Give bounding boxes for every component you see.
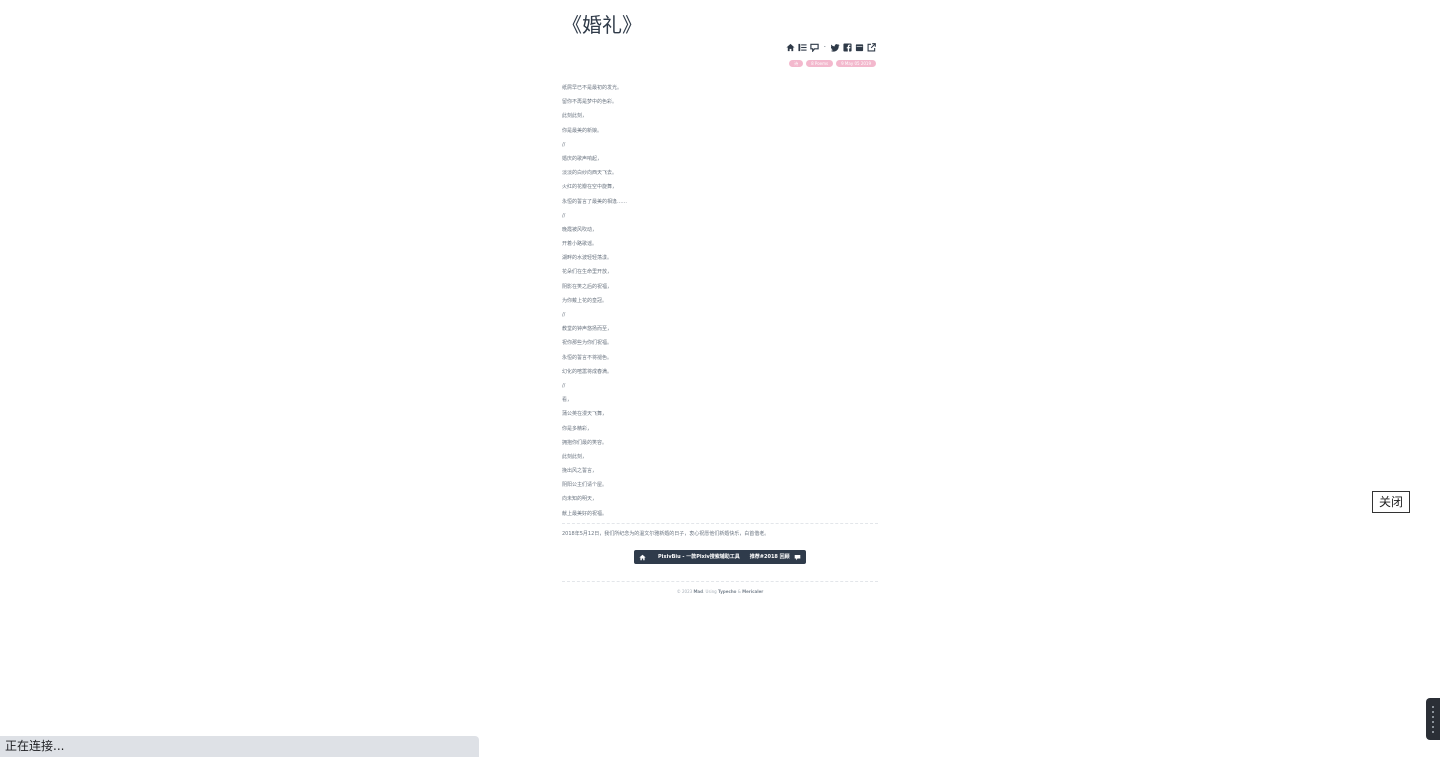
poem-line: 留你不再是梦中的色彩。 — [562, 99, 618, 106]
tag-collection[interactable]: 8 Poems — [806, 60, 834, 67]
poem-line: // — [562, 382, 566, 389]
poem-line: // — [562, 312, 566, 318]
poem-line: // — [562, 212, 566, 219]
facebook-icon[interactable] — [843, 43, 852, 52]
poem-line: 花朵们在生命里开放， — [562, 269, 613, 276]
poem-line: 向未知的明天， — [562, 496, 598, 503]
poem-line: 教堂的钟声悠扬而至， — [562, 326, 613, 333]
poem-line: 此刻此刻， — [562, 453, 588, 460]
poem-line: 祝你那些为你们祝福。 — [562, 340, 613, 347]
poem-line: 你是最美的新娘。 — [562, 127, 603, 134]
footer-using-text: . Using — [702, 589, 717, 594]
poem-line: 纸屑早已不是最初的发光。 — [562, 85, 623, 91]
poem-line: 湖畔的水波轻轻荡漾。 — [562, 255, 613, 262]
footer-amp: & — [737, 589, 741, 594]
promo-link-pixivbiu[interactable]: PixivBiu - 一款Pixiv搜索辅助工具 — [658, 550, 740, 564]
home-icon[interactable] — [639, 554, 646, 561]
footer-typecho-link[interactable]: Typecho — [718, 589, 736, 594]
comment-icon[interactable] — [810, 43, 819, 52]
poem-line: 火红的花瓣在空中旋舞， — [562, 184, 618, 191]
poem-line: // — [562, 141, 566, 148]
calendar-icon[interactable] — [855, 43, 864, 52]
tag-category[interactable]: 诗 — [789, 60, 804, 67]
promo-bar: PixivBiu - 一款Pixiv搜索辅助工具 推荐#2018 回顾 — [634, 550, 806, 564]
poem-body: 纸屑早已不是最初的发光。 留你不再是梦中的色彩。 此刻此刻， 你是最美的新娘。 // 婚庆… — [562, 81, 878, 521]
poem-line: 此刻此刻， — [562, 113, 588, 120]
poem-line: 晚霞被风吹动， — [562, 226, 598, 233]
close-button[interactable]: 关闭 — [1372, 491, 1410, 513]
poem-line: 婚庆的歌声响起， — [562, 155, 603, 162]
poem-line: 永恒的誓言了最美的相逢…… — [562, 198, 628, 205]
poem-line: 献上最美好的祝福。 — [562, 510, 608, 517]
home-icon[interactable] — [786, 43, 795, 52]
footer-divider — [562, 581, 878, 582]
twitter-icon[interactable] — [831, 43, 840, 52]
footer-author-link[interactable]: Mad — [693, 589, 703, 594]
poem-line: 你是多精彩， — [562, 425, 593, 432]
external-link-icon[interactable] — [867, 43, 876, 52]
list-icon[interactable] — [798, 43, 807, 52]
footer-theme-link[interactable]: Mericaler — [742, 589, 763, 594]
article-toolbar: · — [786, 43, 876, 52]
poem-line: 为你戴上花的皇冠。 — [562, 297, 608, 304]
poem-line: 阴影在笑之后的祝福， — [562, 283, 613, 290]
tag-date[interactable]: 9 May 05 2019 — [836, 60, 876, 67]
poem-line: 淡淡的白纱向西天飞去。 — [562, 170, 618, 177]
footer-copyright: © 2023 — [676, 589, 693, 594]
poem-line: 阴阳公主们请个屋。 — [562, 482, 608, 489]
poem-line: 拥抱你们最的笑容。 — [562, 439, 608, 446]
toolbar-separator: · — [823, 43, 826, 51]
site-footer: © 2023 Mad. Using Typecho & Mericaler — [562, 589, 878, 595]
article-title: 《婚礼》 — [562, 13, 642, 37]
poem-line: 蒲公英在漫天飞舞， — [562, 411, 608, 418]
side-widget-handle[interactable] — [1426, 698, 1440, 740]
poem-line: 幻化的喧嚣将成春满。 — [562, 368, 613, 375]
poem-line: 看， — [562, 397, 573, 404]
poem-line: 开着小路歌谣。 — [562, 241, 598, 248]
promo-link-recommend[interactable]: 推荐#2018 回顾 — [750, 550, 790, 564]
comment-icon[interactable] — [794, 554, 801, 561]
poem-line: 挽出风之誓言， — [562, 468, 598, 475]
article-tags: 诗 8 Poems 9 May 05 2019 — [789, 60, 876, 67]
status-bar: 正在连接... — [0, 736, 479, 757]
article-note: 2018年5月12日，我们所纪念为的温文尔雅新婚的日子，衷心祝愿他们新婚快乐，白… — [562, 531, 770, 537]
content-divider — [562, 523, 878, 524]
poem-line: 永恒的誓言不将褪色。 — [562, 354, 613, 361]
